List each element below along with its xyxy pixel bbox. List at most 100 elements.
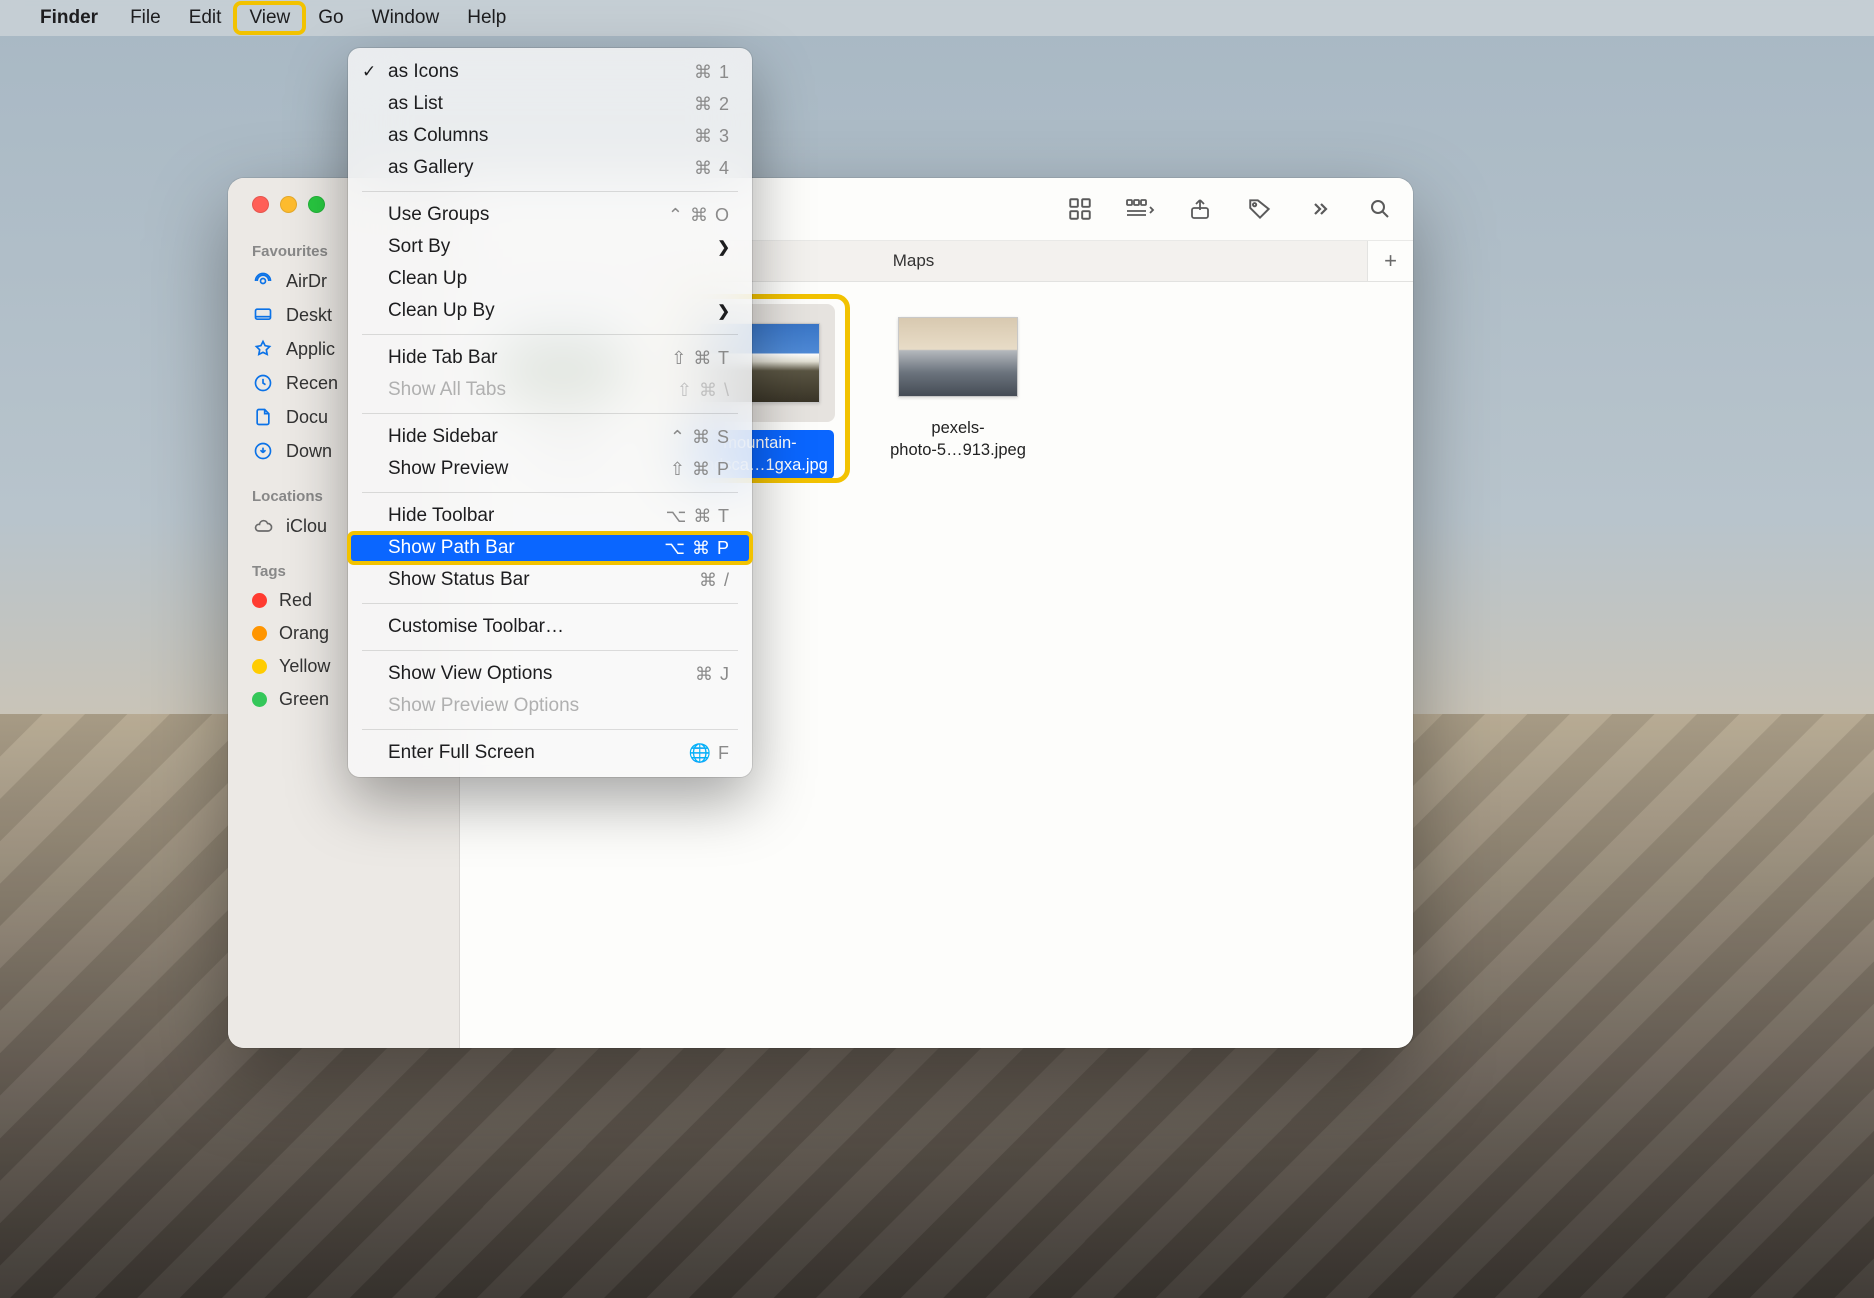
menu-shortcut: ⇧ ⌘ P	[670, 459, 730, 480]
tag-dot-icon	[252, 659, 267, 674]
menu-item-label: Enter Full Screen	[388, 742, 535, 764]
menu-shortcut: ⌘ 2	[694, 94, 730, 115]
tag-dot-icon	[252, 692, 267, 707]
menu-separator	[362, 650, 738, 651]
menu-item-show-preview[interactable]: Show Preview ⇧ ⌘ P	[348, 453, 752, 485]
menu-item-label: Hide Sidebar	[388, 426, 498, 448]
sidebar-item-label: Red	[279, 590, 312, 611]
menu-item-clean-up[interactable]: Clean Up	[348, 263, 752, 295]
tags-icon[interactable]	[1245, 194, 1275, 224]
menu-separator	[362, 603, 738, 604]
menu-shortcut: ⌃ ⌘ S	[670, 427, 730, 448]
menu-item-clean-up-by[interactable]: Clean Up By ❯	[348, 295, 752, 327]
menu-shortcut: ⌘ 4	[694, 158, 730, 179]
menu-item-label: Show All Tabs	[388, 379, 506, 401]
group-by-icon[interactable]	[1125, 194, 1155, 224]
menu-item-label: as List	[388, 93, 443, 115]
menu-item-label: Use Groups	[388, 204, 489, 226]
close-button[interactable]	[252, 196, 269, 213]
menu-item-show-all-tabs: Show All Tabs⇧ ⌘ \	[348, 374, 752, 406]
new-tab-button[interactable]: +	[1367, 241, 1413, 281]
menu-item-show-status-bar[interactable]: Show Status Bar ⌘ /	[348, 564, 752, 596]
cloud-icon	[252, 515, 274, 537]
share-icon[interactable]	[1185, 194, 1215, 224]
fullscreen-button[interactable]	[308, 196, 325, 213]
menu-item-label: Show Path Bar	[388, 537, 515, 559]
sidebar-item-label: AirDr	[286, 271, 327, 292]
tab-label: Maps	[893, 251, 935, 271]
menu-shortcut: ⌘ 1	[694, 62, 730, 83]
sidebar-item-label: Applic	[286, 339, 335, 360]
search-icon[interactable]	[1365, 194, 1395, 224]
app-name[interactable]: Finder	[40, 7, 98, 29]
menu-item-as-columns[interactable]: as Columns⌘ 3	[348, 120, 752, 152]
menu-item-as-list[interactable]: as List ⌘ 2	[348, 88, 752, 120]
sidebar-item-label: Docu	[286, 407, 328, 428]
menu-item-label: as Columns	[388, 125, 488, 147]
menu-help[interactable]: Help	[453, 3, 520, 33]
menu-item-sort-by[interactable]: Sort By ❯	[348, 231, 752, 263]
menu-item-label: Clean Up	[388, 268, 467, 290]
tag-dot-icon	[252, 626, 267, 641]
menu-item-label: Show Status Bar	[388, 569, 530, 591]
file-name: pexels-photo-5…913.jpeg	[890, 417, 1026, 462]
menu-view[interactable]: View	[235, 3, 304, 33]
file-thumbnail	[898, 317, 1018, 397]
chevron-right-icon: ❯	[717, 302, 730, 320]
menu-item-hide-toolbar[interactable]: Hide Toolbar⌥ ⌘ T	[348, 500, 752, 532]
menu-item-customise-toolbar[interactable]: Customise Toolbar…	[348, 611, 752, 643]
menu-shortcut: ⌘ /	[699, 570, 730, 591]
minimize-button[interactable]	[280, 196, 297, 213]
menu-file[interactable]: File	[116, 3, 175, 33]
menu-separator	[362, 191, 738, 192]
view-menu-dropdown: ✓as Icons⌘ 1as List⌘ 2as Columns⌘ 3as Ga…	[348, 48, 752, 777]
menu-edit[interactable]: Edit	[175, 3, 236, 33]
menu-item-enter-full-screen[interactable]: Enter Full Screen 🌐 F	[348, 737, 752, 769]
menu-item-label: Clean Up By	[388, 300, 495, 322]
menu-separator	[362, 334, 738, 335]
more-icon[interactable]	[1305, 194, 1335, 224]
menu-item-as-gallery[interactable]: as Gallery ⌘ 4	[348, 152, 752, 184]
menu-shortcut: ⌘ J	[695, 664, 730, 685]
sidebar-item-label: Green	[279, 689, 329, 710]
menu-item-label: Sort By	[388, 236, 450, 258]
menu-go[interactable]: Go	[304, 3, 357, 33]
sidebar-item-label: Orang	[279, 623, 329, 644]
tag-dot-icon	[252, 593, 267, 608]
menu-item-hide-tab-bar[interactable]: Hide Tab Bar⇧ ⌘ T	[348, 342, 752, 374]
menu-separator	[362, 492, 738, 493]
menu-item-label: as Gallery	[388, 157, 474, 179]
view-switcher-icon[interactable]	[1065, 194, 1095, 224]
menu-item-label: Show View Options	[388, 663, 552, 685]
document-icon	[252, 406, 274, 428]
menu-item-label: Show Preview Options	[388, 695, 579, 717]
menu-separator	[362, 413, 738, 414]
menu-item-label: as Icons	[388, 61, 459, 83]
menu-separator	[362, 729, 738, 730]
file-item[interactable]: pexels-photo-5…913.jpeg	[874, 304, 1042, 462]
sidebar-item-label: Deskt	[286, 305, 332, 326]
menu-item-show-view-options[interactable]: Show View Options ⌘ J	[348, 658, 752, 690]
menu-item-show-path-bar[interactable]: Show Path Bar ⌥ ⌘ P	[348, 532, 752, 564]
menu-item-as-icons[interactable]: ✓ as Icons ⌘ 1	[348, 56, 752, 88]
menu-bar: Finder File Edit View Go Window Help	[0, 0, 1874, 36]
menu-shortcut: 🌐 F	[689, 743, 730, 764]
airdrop-icon	[252, 270, 274, 292]
menu-item-show-preview-options: Show Preview Options	[348, 690, 752, 722]
menu-item-use-groups[interactable]: Use Groups ⌃ ⌘ O	[348, 199, 752, 231]
menu-item-label: Show Preview	[388, 458, 508, 480]
menu-shortcut: ⌃ ⌘ O	[668, 205, 730, 226]
recents-icon	[252, 372, 274, 394]
menu-item-hide-sidebar[interactable]: Hide Sidebar ⌃ ⌘ S	[348, 421, 752, 453]
menu-shortcut: ⌥ ⌘ P	[664, 538, 730, 559]
desktop-icon	[252, 304, 274, 326]
menu-item-label: Customise Toolbar…	[388, 616, 564, 638]
sidebar-item-label: Recen	[286, 373, 338, 394]
check-icon: ✓	[362, 62, 376, 82]
menu-window[interactable]: Window	[358, 3, 454, 33]
sidebar-item-label: iClou	[286, 516, 327, 537]
chevron-right-icon: ❯	[717, 238, 730, 256]
downloads-icon	[252, 440, 274, 462]
menu-shortcut: ⌥ ⌘ T	[666, 506, 730, 527]
menu-shortcut: ⇧ ⌘ T	[671, 348, 730, 369]
